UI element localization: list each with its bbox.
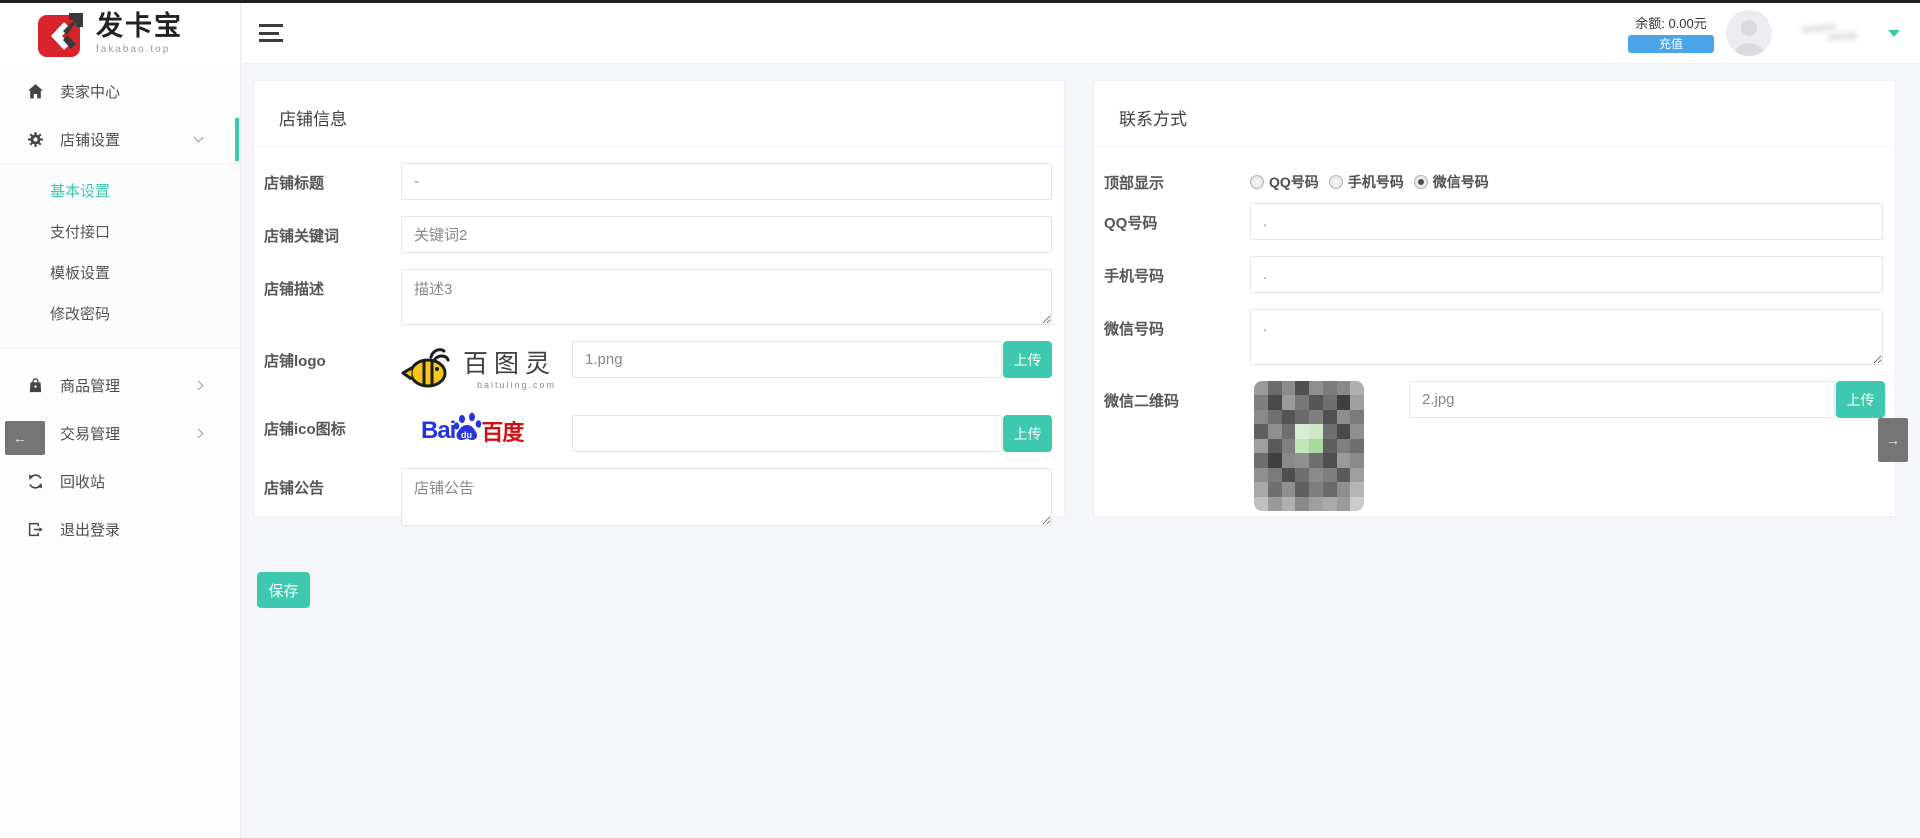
wechat-number-label: 微信号码 — [1104, 309, 1250, 365]
sidebar-item-product-management[interactable]: 商品管理 — [0, 361, 240, 409]
save-button[interactable]: 保存 — [257, 572, 310, 608]
shop-logo-upload-button[interactable]: 上传 — [1003, 341, 1052, 378]
shop-panel-title: 店铺信息 — [254, 81, 1064, 147]
shop-settings-submenu: 基本设置 支付接口 模板设置 修改密码 — [0, 163, 240, 349]
brand-mark-icon — [36, 9, 88, 59]
recharge-button[interactable]: 充值 — [1628, 35, 1714, 53]
sidebar-item-change-password[interactable]: 修改密码 — [0, 293, 240, 334]
wechat-qr-filename-input[interactable] — [1409, 381, 1835, 418]
window-top-edge — [0, 0, 1920, 3]
shop-ico-preview-image: Bai du 百度 — [401, 415, 572, 447]
chevron-right-icon — [194, 380, 204, 390]
chevron-right-icon — [194, 428, 204, 438]
phone-number-input[interactable] — [1250, 256, 1883, 293]
balance-text: 余额: 0.00元 — [1628, 13, 1714, 32]
shop-logo-label: 店铺logo — [264, 341, 401, 393]
wechat-qr-preview-image — [1254, 381, 1364, 511]
radio-button-icon[interactable] — [1329, 175, 1343, 189]
scroll-left-button[interactable]: ← — [5, 421, 45, 455]
scroll-right-button[interactable]: → — [1878, 418, 1908, 462]
brand-name: 发卡宝 — [96, 13, 183, 40]
sidebar-item-payment-api[interactable]: 支付接口 — [0, 211, 240, 252]
username-redacted — [1802, 26, 1862, 40]
wechat-number-textarea[interactable]: . — [1250, 309, 1883, 365]
qq-number-label: QQ号码 — [1104, 203, 1250, 240]
radio-button-icon[interactable] — [1414, 175, 1428, 189]
shop-logo-preview-image: 百图灵 baituling.com — [401, 341, 572, 393]
sidebar-item-logout[interactable]: 退出登录 — [0, 505, 240, 553]
qq-number-input[interactable] — [1250, 203, 1883, 240]
sidebar-item-label: 店铺设置 — [60, 129, 120, 150]
submenu-label: 基本设置 — [50, 180, 110, 201]
shop-keywords-input[interactable] — [401, 216, 1052, 253]
submenu-label: 支付接口 — [50, 221, 110, 242]
avatar[interactable] — [1726, 10, 1772, 56]
active-section-indicator — [235, 118, 239, 161]
shop-ico-label: 店铺ico图标 — [264, 409, 401, 452]
sidebar-item-label: 退出登录 — [60, 519, 120, 540]
wechat-qr-label: 微信二维码 — [1104, 381, 1250, 511]
submenu-label: 模板设置 — [50, 262, 110, 283]
radio-qq-number[interactable]: QQ号码 — [1250, 172, 1319, 192]
home-icon — [27, 83, 44, 100]
shop-notice-label: 店铺公告 — [264, 468, 401, 526]
sidebar-item-recycle-bin[interactable]: 回收站 — [0, 457, 240, 505]
shop-desc-label: 店铺描述 — [264, 269, 401, 325]
logout-icon — [27, 521, 44, 538]
top-header: 余额: 0.00元 充值 — [242, 3, 1920, 64]
top-display-label: 顶部显示 — [1104, 163, 1250, 193]
sidebar-item-label: 卖家中心 — [60, 81, 120, 102]
shop-logo-filename-input[interactable] — [572, 341, 1002, 378]
hamburger-menu-icon[interactable] — [259, 24, 283, 42]
shop-desc-textarea[interactable]: 描述3 — [401, 269, 1052, 325]
submenu-label: 修改密码 — [50, 303, 110, 324]
chevron-down-icon — [194, 133, 204, 143]
radio-phone-number[interactable]: 手机号码 — [1329, 172, 1404, 192]
brand-logo[interactable]: 发卡宝 fakabao.top — [0, 3, 240, 65]
phone-number-label: 手机号码 — [1104, 256, 1250, 293]
shop-notice-textarea[interactable]: 店铺公告 — [401, 468, 1052, 526]
shop-keywords-label: 店铺关键词 — [264, 216, 401, 253]
brand-domain: fakabao.top — [96, 45, 183, 55]
contact-panel-title: 联系方式 — [1094, 81, 1895, 147]
sidebar-item-template-settings[interactable]: 模板设置 — [0, 252, 240, 293]
radio-button-icon[interactable] — [1250, 175, 1264, 189]
recycle-icon — [27, 473, 44, 490]
sidebar-item-label: 回收站 — [60, 471, 105, 492]
wechat-qr-upload-button[interactable]: 上传 — [1836, 381, 1885, 418]
shop-info-panel: 店铺信息 店铺标题 店铺关键词 店铺描述 描述3 — [253, 80, 1065, 517]
shop-ico-filename-input[interactable] — [572, 415, 1002, 452]
sidebar-item-label: 交易管理 — [60, 423, 120, 444]
shop-title-label: 店铺标题 — [264, 163, 401, 200]
shop-title-input[interactable] — [401, 163, 1052, 200]
sidebar-item-label: 商品管理 — [60, 375, 120, 396]
sidebar-menu: 卖家中心 店铺设置 — [0, 67, 240, 553]
gear-icon — [27, 131, 44, 148]
svg-text:du: du — [461, 430, 472, 440]
sidebar-item-basic-settings[interactable]: 基本设置 — [0, 170, 240, 211]
sidebar-item-shop-settings[interactable]: 店铺设置 — [0, 115, 240, 163]
contact-panel: 联系方式 顶部显示 QQ号码 手机号码 — [1093, 80, 1896, 517]
shopping-bag-icon — [27, 377, 44, 394]
dropdown-caret-icon[interactable] — [1888, 30, 1900, 37]
sidebar-item-seller-center[interactable]: 卖家中心 — [0, 67, 240, 115]
radio-wechat-number[interactable]: 微信号码 — [1414, 172, 1489, 192]
shop-ico-upload-button[interactable]: 上传 — [1003, 415, 1052, 452]
